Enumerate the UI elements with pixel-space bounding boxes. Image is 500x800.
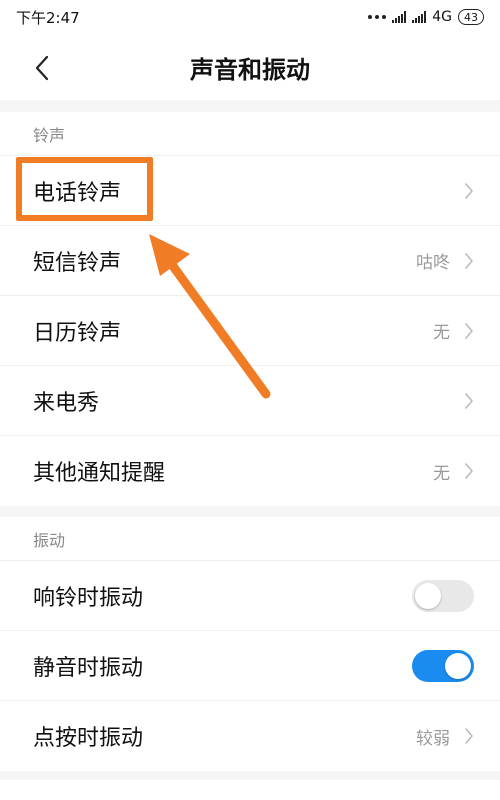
row-label: 电话铃声 — [33, 180, 122, 206]
row-vibrate-on-silent: 静音时振动 — [0, 631, 500, 701]
chevron-right-icon — [464, 252, 474, 270]
row-label: 点按时振动 — [33, 726, 144, 751]
row-value: 较弱 — [416, 728, 450, 749]
chevron-right-icon — [464, 727, 474, 745]
chevron-right-icon — [464, 182, 474, 200]
row-label: 来电秀 — [33, 390, 100, 416]
signal-icon-2 — [412, 11, 427, 23]
section-title-system: 系统 — [0, 780, 500, 800]
row-label: 日历铃声 — [33, 320, 122, 346]
status-indicators: 4G 43 — [368, 9, 484, 25]
row-haptic-feedback[interactable]: 点按时振动 较弱 — [0, 701, 500, 771]
chevron-right-icon — [464, 322, 474, 340]
status-time: 下午2:47 — [16, 8, 80, 27]
battery-icon: 43 — [458, 9, 484, 25]
network-type: 4G — [432, 9, 452, 25]
system-section: 系统 — [0, 780, 500, 800]
battery-level: 43 — [464, 10, 478, 24]
chevron-right-icon — [464, 462, 474, 480]
row-vibrate-on-ring: 响铃时振动 — [0, 561, 500, 631]
status-bar: 下午2:47 4G 43 — [0, 0, 500, 34]
chevron-right-icon — [464, 392, 474, 410]
chevron-left-icon — [35, 55, 49, 81]
section-title-vibration: 振动 — [0, 517, 500, 561]
row-calendar-ringtone[interactable]: 日历铃声 无 — [0, 296, 500, 366]
row-phone-ringtone[interactable]: 电话铃声 — [0, 156, 500, 226]
row-caller-show[interactable]: 来电秀 — [0, 366, 500, 436]
row-label: 短信铃声 — [33, 250, 122, 276]
toggle-knob — [415, 582, 441, 609]
ringtone-section: 铃声 电话铃声 短信铃声 咕咚 日历铃声 无 来电秀 其他通知提醒 无 — [0, 112, 500, 506]
row-value: 咕咚 — [416, 253, 450, 273]
vibrate-on-silent-toggle[interactable] — [412, 649, 474, 682]
screen: 下午2:47 4G 43 声音和振动 铃声 电话铃声 短信铃声 咕咚 日历铃声 … — [0, 0, 500, 800]
header: 声音和振动 — [0, 34, 500, 100]
toggle-knob — [445, 652, 471, 679]
page-title: 声音和振动 — [190, 55, 310, 84]
signal-icon — [392, 11, 407, 23]
notification-dots-icon — [368, 15, 387, 19]
section-title-ringtone: 铃声 — [0, 112, 500, 156]
row-sms-ringtone[interactable]: 短信铃声 咕咚 — [0, 226, 500, 296]
row-value: 无 — [433, 463, 450, 484]
row-value: 无 — [433, 323, 450, 343]
row-other-notifications[interactable]: 其他通知提醒 无 — [0, 436, 500, 506]
row-label: 静音时振动 — [33, 655, 144, 681]
row-label: 响铃时振动 — [33, 585, 144, 611]
vibrate-on-ring-toggle[interactable] — [412, 579, 474, 612]
row-label: 其他通知提醒 — [33, 461, 166, 486]
vibration-section: 振动 响铃时振动 静音时振动 点按时振动 较弱 — [0, 517, 500, 771]
back-button[interactable] — [22, 48, 62, 88]
